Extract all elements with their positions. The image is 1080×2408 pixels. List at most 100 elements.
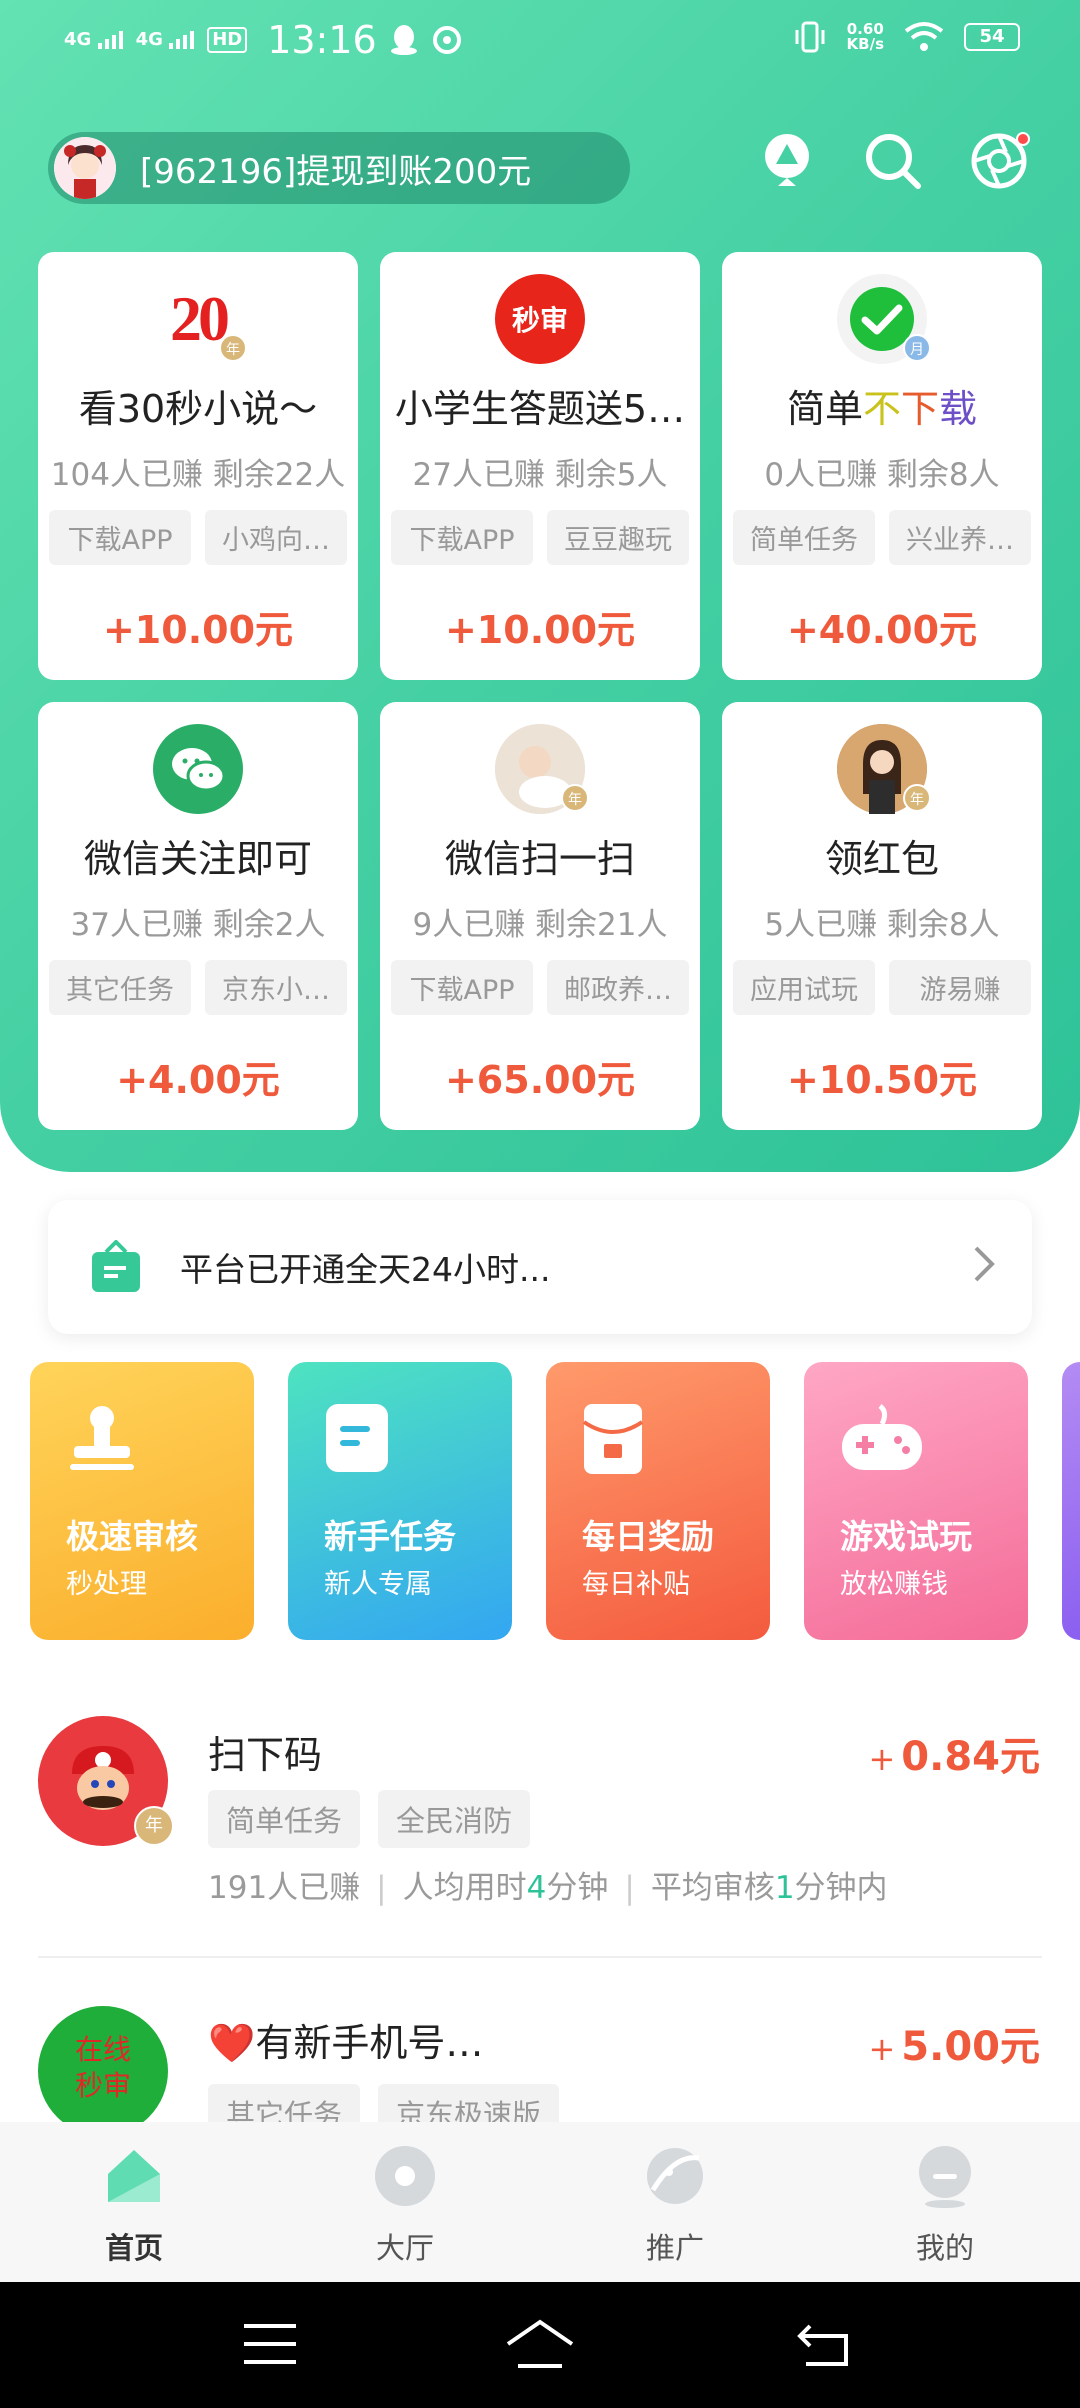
task-title: 看30秒小说～	[78, 387, 318, 431]
item-price: +0.84元	[868, 1734, 1040, 1780]
year-badge: 年	[561, 784, 589, 812]
notification-dot	[1016, 132, 1030, 146]
task-title: 微信扫一扫	[444, 837, 635, 881]
task-stats: 104人已赚 剩余22人	[50, 457, 346, 493]
tab-home[interactable]: 首页	[54, 2144, 214, 2267]
announcement-bag-icon	[92, 1240, 140, 1292]
task-reward: +40.00元	[786, 608, 978, 652]
task-stats: 27人已赚 剩余5人	[412, 457, 668, 493]
task-card[interactable]: 年 微信扫一扫 9人已赚 剩余21人 下载APP 邮政养… +65.00元	[380, 702, 700, 1130]
girl-photo-icon: 年	[837, 724, 931, 814]
location-icon[interactable]	[756, 130, 818, 192]
task-tag: 小鸡向…	[205, 510, 347, 565]
task-card[interactable]: 月 简单不下载 0人已赚 剩余8人 简单任务 兴业养… +40.00元	[722, 252, 1042, 680]
list-item[interactable]: 在线 秒审 ❤️有新手机号… +5.00元 其它任务 京东极速版	[0, 2000, 1080, 2122]
hd-icon: HD	[207, 27, 248, 53]
withdraw-notice-text: [962196]提现到账200元	[140, 151, 532, 192]
wechat-icon	[153, 724, 243, 814]
category-subtitle: 每日补贴	[582, 1569, 690, 1600]
battery-icon: 54	[964, 23, 1020, 51]
task-stats: 37人已赚 剩余2人	[70, 907, 326, 943]
promote-icon	[647, 2148, 703, 2204]
task-tag: 下载APP	[391, 510, 533, 565]
item-title: 扫下码	[208, 1733, 323, 1777]
task-title: 小学生答题送5…	[394, 387, 686, 431]
task-reward: +4.00元	[116, 1058, 280, 1102]
qq-icon	[390, 25, 417, 55]
signal-icon-1: 4G	[64, 31, 124, 49]
task-card[interactable]: 20 年 看30秒小说～ 104人已赚 剩余22人 下载APP 小鸡向… +10…	[38, 252, 358, 680]
list-item[interactable]: 年 扫下码 +0.84元 简单任务 全民消防 191人已赚 | 人均用时4分钟 | 平均…	[0, 1710, 1080, 1910]
task-stats: 9人已赚 剩余21人	[412, 907, 668, 943]
task-tag: 其它任务	[49, 960, 191, 1015]
category-title: 极速审核	[66, 1517, 198, 1556]
task-title: 领红包	[824, 837, 939, 881]
hall-icon	[375, 2146, 435, 2206]
quick-review-icon: 秒审	[495, 274, 585, 364]
tab-hall[interactable]: 大厅	[325, 2144, 485, 2267]
task-tag: 京东小…	[205, 960, 347, 1015]
category-game-trial[interactable]: 游戏试玩 放松赚钱	[804, 1362, 1028, 1640]
task-card[interactable]: 秒审 小学生答题送5… 27人已赚 剩余5人 下载APP 豆豆趣玩 +10.00…	[380, 252, 700, 680]
avatar	[54, 137, 116, 199]
task-tag: 下载APP	[49, 510, 191, 565]
task-tag: 邮政养…	[547, 960, 689, 1015]
vibrate-icon	[795, 21, 825, 53]
chevron-right-icon	[974, 1246, 995, 1282]
item-tag: 其它任务	[208, 2084, 361, 2122]
announcement-bar[interactable]: 平台已开通全天24小时...	[48, 1200, 1032, 1334]
signal-icon-2: 4G	[136, 31, 196, 49]
task-title: 简单不下载	[786, 387, 978, 431]
tab-profile[interactable]: 我的	[865, 2144, 1025, 2267]
category-daily-reward[interactable]: 每日奖励 每日补贴	[546, 1362, 770, 1640]
gamepad-icon	[842, 1404, 922, 1470]
item-title: ❤️有新手机号…	[208, 2021, 484, 2065]
task-tag: 应用试玩	[733, 960, 875, 1015]
menu-icon[interactable]	[242, 2322, 298, 2366]
task-title: 微信关注即可	[83, 837, 312, 881]
task-stats: 0人已赚 剩余8人	[764, 457, 1000, 493]
year-badge: 年	[219, 334, 247, 362]
red-envelope-icon	[582, 1404, 644, 1474]
category-subtitle: 新人专属	[324, 1569, 432, 1600]
item-tag: 简单任务	[208, 1790, 361, 1848]
task-reward: +10.00元	[102, 608, 294, 652]
task-reward: +65.00元	[444, 1058, 636, 1102]
system-nav-bar	[0, 2282, 1080, 2408]
mario-avatar: 年	[38, 1716, 174, 1846]
tab-promote[interactable]: 推广	[595, 2144, 755, 2267]
home-nav-icon[interactable]	[504, 2318, 576, 2370]
category-fast-review[interactable]: 极速审核 秒处理	[30, 1362, 254, 1640]
category-title: 每日奖励	[582, 1517, 714, 1556]
task-card[interactable]: 年 领红包 5人已赚 剩余8人 应用试玩 游易赚 +10.50元	[722, 702, 1042, 1130]
task-tag: 兴业养…	[889, 510, 1031, 565]
profile-icon	[919, 2146, 971, 2208]
category-subtitle: 秒处理	[66, 1569, 147, 1600]
task-tag: 豆豆趣玩	[547, 510, 689, 565]
item-tag: 全民消防	[378, 1790, 531, 1848]
announcement-text: 平台已开通全天24小时...	[180, 1250, 551, 1289]
withdraw-notice[interactable]: [962196]提现到账200元	[48, 132, 630, 204]
stamp-icon	[70, 1406, 134, 1470]
camera-shutter-icon[interactable]	[968, 130, 1030, 192]
task-stats: 5人已赚 剩余8人	[764, 907, 1000, 943]
task-tag: 简单任务	[733, 510, 875, 565]
item-tag: 京东极速版	[378, 2084, 560, 2122]
task-tag: 游易赚	[889, 960, 1031, 1015]
item-meta: 191人已赚 | 人均用时4分钟 | 平均审核1分钟内	[208, 1870, 888, 1906]
category-title: 新手任务	[324, 1517, 456, 1556]
category-newbie-task[interactable]: 新手任务 新人专属	[288, 1362, 512, 1640]
home-icon	[108, 2150, 160, 2202]
task-card[interactable]: 微信关注即可 37人已赚 剩余2人 其它任务 京东小… +4.00元	[38, 702, 358, 1130]
year-badge: 年	[903, 784, 931, 812]
category-more[interactable]	[1062, 1362, 1080, 1640]
tab-bar: 首页 大厅 推广 我的	[0, 2122, 1080, 2282]
search-icon[interactable]	[862, 130, 924, 192]
checkmark-icon: 月	[837, 274, 931, 364]
back-icon[interactable]	[796, 2320, 852, 2368]
document-icon	[326, 1404, 388, 1472]
clock: 13:16	[267, 18, 377, 62]
task-reward: +10.50元	[786, 1058, 978, 1102]
category-subtitle: 放松赚钱	[840, 1569, 948, 1600]
divider	[38, 1956, 1042, 1958]
